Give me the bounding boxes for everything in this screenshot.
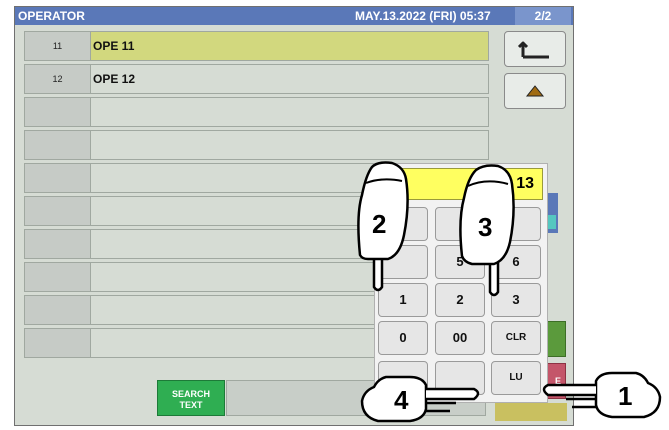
operator-number — [25, 197, 91, 225]
pointing-hand-icon: 2 — [357, 161, 409, 292]
operator-name: OPE 11 — [93, 39, 135, 53]
search-button-label-1: SEARCH — [171, 389, 210, 399]
operator-number — [25, 296, 91, 324]
pointing-hand-icon: 4 — [360, 375, 480, 423]
page-indicator: 2/2 — [515, 7, 571, 25]
operator-name: OPE 12 — [93, 72, 136, 86]
hand-2-label: 2 — [372, 209, 386, 239]
key-plu[interactable]: LU — [491, 361, 541, 395]
operator-number — [25, 329, 91, 357]
title-bar: OPERATOR MAY.13.2022 (FRI) 05:37 2/2 — [15, 7, 573, 25]
back-button[interactable] — [504, 31, 566, 67]
key-0[interactable]: 0 — [378, 321, 428, 355]
key-00[interactable]: 00 — [435, 321, 485, 355]
operator-number: 12 — [25, 65, 91, 93]
operator-number — [25, 164, 91, 192]
scroll-up-button[interactable] — [504, 73, 566, 109]
pointing-hand-icon: 1 — [542, 371, 662, 419]
search-text-button[interactable]: SEARCH TEXT — [157, 380, 225, 416]
operator-number — [25, 98, 91, 126]
operator-number — [25, 263, 91, 291]
hand-3-label: 3 — [478, 212, 492, 242]
hand-1-label: 1 — [618, 381, 632, 411]
operator-number — [25, 131, 91, 159]
key-clr[interactable]: CLR — [491, 321, 541, 355]
screen-title: OPERATOR — [18, 9, 85, 23]
operator-row-empty[interactable] — [24, 130, 489, 160]
search-button-label-2: TEXT — [179, 400, 203, 410]
date-time: MAY.13.2022 (FRI) 05:37 — [355, 9, 491, 23]
operator-number — [25, 230, 91, 258]
operator-row-empty[interactable] — [24, 97, 489, 127]
pointing-hand-icon: 3 — [459, 164, 515, 297]
operator-row-11[interactable]: 11 OPE 11 — [24, 31, 489, 61]
operator-number: 11 — [25, 32, 91, 60]
triangle-up-icon — [525, 85, 545, 97]
return-arrow-icon — [517, 41, 549, 59]
hand-4-label: 4 — [394, 385, 409, 415]
operator-row-12[interactable]: 12 OPE 12 — [24, 64, 489, 94]
